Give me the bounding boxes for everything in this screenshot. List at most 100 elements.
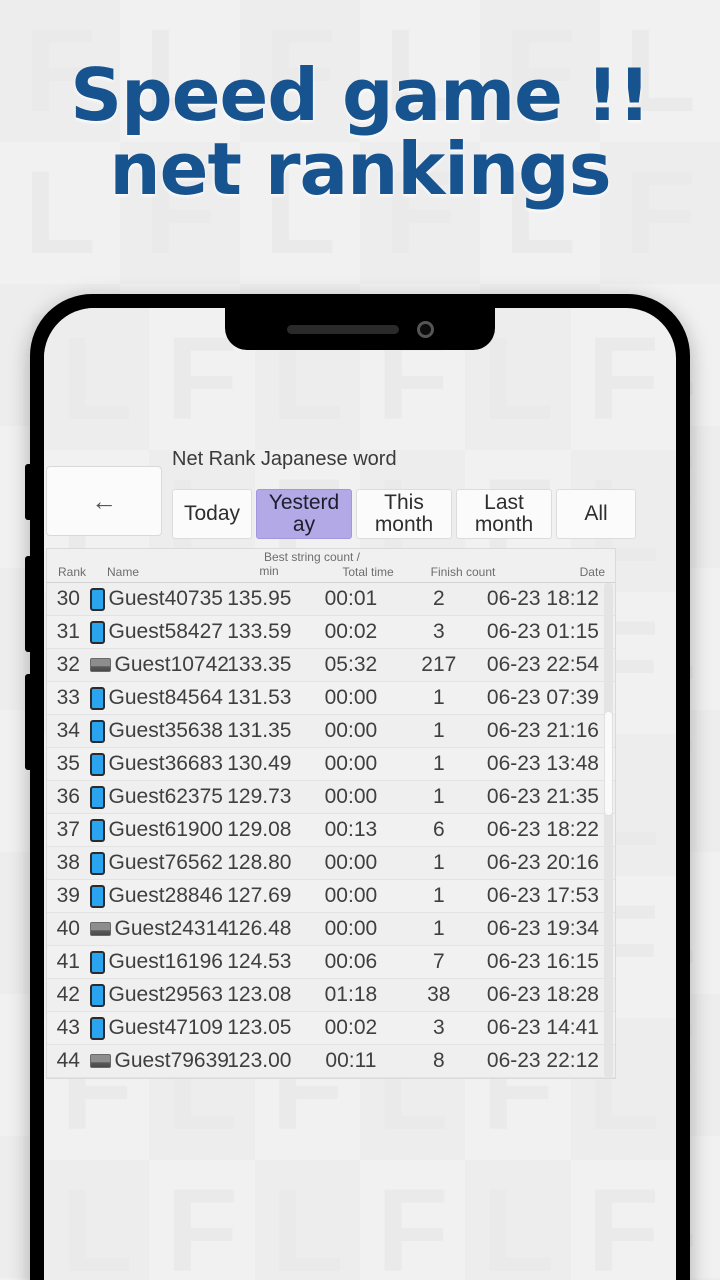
cell-name: Guest61900: [89, 818, 223, 842]
tab-this-month-label: This month: [374, 490, 434, 536]
cell-finish-count: 2: [432, 587, 445, 610]
cell-total-time: 00:02: [324, 620, 378, 643]
cell-name: Guest24314: [89, 917, 229, 941]
table-row[interactable]: 38 Guest76562 128.80 00:00 1 06-23 20:16: [47, 847, 615, 880]
player-name: Guest76562: [108, 851, 223, 874]
cell-rank: 44: [56, 1049, 80, 1072]
tab-yesterday[interactable]: Yesterday: [256, 489, 352, 539]
pc-device-icon: [89, 658, 111, 672]
cell-best-string-count: 133.59: [227, 620, 292, 643]
table-row[interactable]: 35 Guest36683 130.49 00:00 1 06-23 13:48: [47, 748, 615, 781]
column-header-date: Date: [579, 565, 605, 579]
column-header-total-time: Total time: [342, 565, 394, 579]
cell-finish-count: 3: [432, 620, 445, 643]
cell-total-time: 05:32: [324, 653, 378, 676]
cell-total-time: 00:00: [324, 719, 378, 742]
phone-device-icon: [89, 950, 105, 974]
table-row[interactable]: 41 Guest16196 124.53 00:06 7 06-23 16:15: [47, 946, 615, 979]
column-header-best-string-count: Best string count / min: [213, 550, 360, 579]
column-header-name: Name: [107, 565, 140, 579]
cell-rank: 42: [56, 983, 80, 1006]
player-name: Guest40735: [108, 587, 223, 610]
cell-name: Guest62375: [89, 785, 223, 809]
phone-device-icon: [89, 620, 105, 644]
table-row[interactable]: 36 Guest62375 129.73 00:00 1 06-23 21:35: [47, 781, 615, 814]
cell-date: 06-23 16:15: [486, 950, 599, 973]
cell-rank: 30: [56, 587, 80, 610]
cell-name: Guest28846: [89, 884, 223, 908]
cell-finish-count: 8: [432, 1049, 445, 1072]
table-row[interactable]: 40 Guest24314 126.48 00:00 1 06-23 19:34: [47, 913, 615, 946]
phone-device-icon: [89, 719, 105, 743]
table-row[interactable]: 42 Guest29563 123.08 01:18 38 06-23 18:28: [47, 979, 615, 1012]
player-name: Guest35638: [108, 719, 223, 742]
phone-device-icon: [89, 818, 105, 842]
table-row[interactable]: 37 Guest61900 129.08 00:13 6 06-23 18:22: [47, 814, 615, 847]
cell-best-string-count: 135.95: [227, 587, 292, 610]
cell-finish-count: 7: [432, 950, 445, 973]
tab-last-month[interactable]: Last month: [456, 489, 552, 539]
tab-all-label: All: [584, 501, 608, 525]
table-row[interactable]: 43 Guest47109 123.05 00:02 3 06-23 14:41: [47, 1012, 615, 1045]
cell-best-string-count: 130.49: [227, 752, 292, 775]
cell-finish-count: 1: [432, 884, 445, 907]
cell-name: Guest36683: [89, 752, 223, 776]
headline-line-1: Speed game !!: [70, 53, 650, 137]
cell-best-string-count: 126.48: [227, 917, 292, 940]
cell-best-string-count: 123.00: [227, 1049, 292, 1072]
cell-date: 06-23 18:22: [486, 818, 599, 841]
cell-rank: 31: [56, 620, 80, 643]
player-name: Guest61900: [108, 818, 223, 841]
back-button[interactable]: ←: [46, 466, 162, 536]
phone-device-icon: [89, 686, 105, 710]
cell-finish-count: 1: [432, 686, 445, 709]
cell-date: 06-23 17:53: [486, 884, 599, 907]
cell-rank: 36: [56, 785, 80, 808]
table-row[interactable]: 32 Guest10742 133.35 05:32 217 06-23 22:54: [47, 649, 615, 682]
column-header-finish-count: Finish count: [430, 565, 496, 579]
cell-date: 06-23 01:15: [486, 620, 599, 643]
cell-name: Guest47109: [89, 1016, 223, 1040]
phone-device-icon: [89, 752, 105, 776]
table-scrollbar[interactable]: [604, 583, 613, 1078]
cell-date: 06-23 22:12: [486, 1049, 599, 1072]
table-header-row: Rank Name Best string count / min Total …: [47, 549, 615, 583]
cell-name: Guest10742: [89, 653, 229, 677]
table-row[interactable]: 30 Guest40735 135.95 00:01 2 06-23 18:12: [47, 583, 615, 616]
ranking-table: Rank Name Best string count / min Total …: [46, 548, 616, 1079]
phone-device-icon: [89, 1016, 105, 1040]
tab-yesterday-label: Yesterday: [268, 490, 340, 536]
table-row[interactable]: 31 Guest58427 133.59 00:02 3 06-23 01:15: [47, 616, 615, 649]
table-scrollbar-thumb[interactable]: [604, 711, 613, 816]
tab-this-month[interactable]: This month: [356, 489, 452, 539]
cell-total-time: 00:11: [325, 1049, 377, 1072]
phone-mockup: LFLFLFFLFLFLLFLFLFFLFLFLLFLFLFFLFLFLLFLF…: [25, 294, 690, 1280]
cell-total-time: 00:00: [324, 851, 378, 874]
player-name: Guest29563: [108, 983, 223, 1006]
tab-all[interactable]: All: [556, 489, 636, 539]
cell-rank: 33: [56, 686, 80, 709]
table-row[interactable]: 44 Guest79639 123.00 00:11 8 06-23 22:12: [47, 1045, 615, 1078]
cell-total-time: 00:00: [324, 785, 378, 808]
cell-name: Guest84564: [89, 686, 223, 710]
front-camera-icon: [416, 320, 434, 338]
cell-rank: 39: [56, 884, 80, 907]
cell-total-time: 00:00: [324, 917, 378, 940]
toolbar: ← Today Yesterday This month Last month: [44, 466, 676, 539]
phone-volume-up-button: [25, 556, 31, 652]
cell-best-string-count: 129.73: [227, 785, 292, 808]
cell-date: 06-23 07:39: [486, 686, 599, 709]
cell-finish-count: 3: [432, 1016, 445, 1039]
table-row[interactable]: 34 Guest35638 131.35 00:00 1 06-23 21:16: [47, 715, 615, 748]
cell-rank: 43: [56, 1016, 80, 1039]
cell-date: 06-23 21:35: [486, 785, 599, 808]
cell-rank: 40: [56, 917, 80, 940]
cell-finish-count: 1: [432, 785, 445, 808]
phone-device-icon: [89, 785, 105, 809]
cell-total-time: 00:00: [324, 686, 378, 709]
cell-date: 06-23 19:34: [486, 917, 599, 940]
tab-today[interactable]: Today: [172, 489, 252, 539]
table-row[interactable]: 39 Guest28846 127.69 00:00 1 06-23 17:53: [47, 880, 615, 913]
pc-device-icon: [89, 922, 111, 936]
table-row[interactable]: 33 Guest84564 131.53 00:00 1 06-23 07:39: [47, 682, 615, 715]
